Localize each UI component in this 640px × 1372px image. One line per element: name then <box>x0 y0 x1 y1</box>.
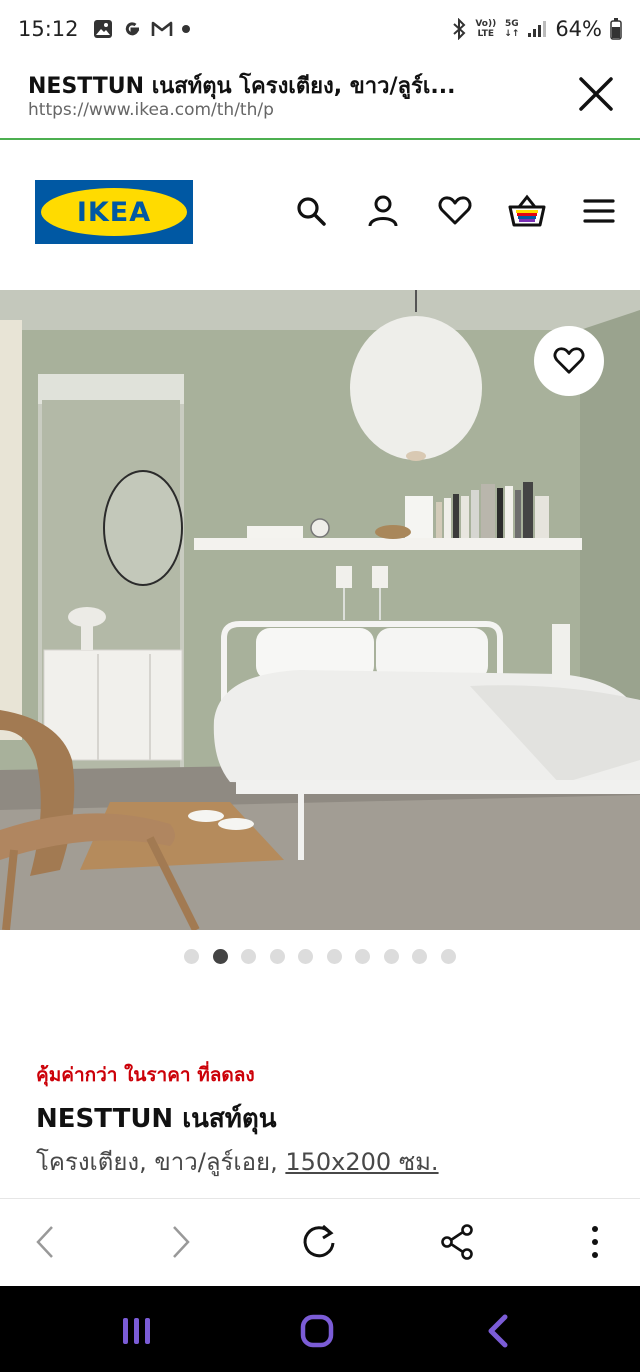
carousel-dot[interactable] <box>383 949 399 964</box>
share-button[interactable] <box>434 1219 480 1265</box>
carousel-dot[interactable] <box>298 949 313 964</box>
menu-button[interactable] <box>580 190 618 232</box>
custom-tab-header: NESTTUN เนสท์ตุน โครงเตียง, ขาว/ลูร์เ...… <box>0 58 640 140</box>
menu-icon <box>583 199 615 223</box>
back-nav-icon <box>488 1314 508 1348</box>
promo-label: คุ้มค่ากว่า ในราคา ที่ลดลง <box>36 1064 255 1086</box>
refresh-icon <box>303 1224 335 1258</box>
volte-icon: Vo)) LTE <box>475 19 497 39</box>
cart-icon <box>508 194 546 227</box>
more-options-button[interactable] <box>572 1219 618 1265</box>
system-navigation-bar <box>0 1286 640 1372</box>
ikea-logo[interactable]: IKEA <box>35 180 193 244</box>
carousel-dot[interactable] <box>212 949 228 964</box>
close-icon <box>579 77 613 111</box>
recents-icon <box>123 1318 150 1344</box>
google-icon <box>121 18 143 40</box>
bluetooth-icon <box>451 18 467 40</box>
back-button[interactable] <box>22 1219 68 1265</box>
signal-icon <box>527 20 547 38</box>
carousel-dot[interactable] <box>326 949 342 964</box>
page-url[interactable]: https://www.ikea.com/th/th/p <box>28 100 274 120</box>
gmail-icon <box>151 20 173 38</box>
system-status-icons: Vo)) LTE 5G ↓↑ 64% <box>451 17 622 41</box>
battery-percentage: 64% <box>555 17 602 41</box>
home-icon <box>300 1314 334 1348</box>
carousel-dot[interactable] <box>269 949 285 964</box>
cart-button[interactable] <box>508 190 546 232</box>
favourites-button[interactable] <box>436 190 474 232</box>
close-tab-button[interactable] <box>574 72 618 116</box>
home-button[interactable] <box>294 1308 340 1354</box>
forward-button[interactable] <box>158 1219 204 1265</box>
gallery-icon <box>93 19 113 39</box>
system-back-button[interactable] <box>474 1308 520 1354</box>
more-icon <box>592 1226 598 1258</box>
back-icon <box>36 1226 53 1258</box>
add-to-favourites-button[interactable] <box>534 326 604 396</box>
status-time: 15:12 <box>18 17 79 41</box>
product-description: โครงเตียง, ขาว/ลูร์เอย, 150x200 ซม. <box>36 1142 439 1181</box>
site-header: IKEA <box>0 140 640 290</box>
product-name: NESTTUN เนสท์ตุน <box>36 1104 277 1134</box>
notification-icons <box>93 18 191 40</box>
5g-icon: 5G ↓↑ <box>504 19 520 39</box>
recents-button[interactable] <box>114 1308 160 1354</box>
browser-toolbar <box>0 1198 640 1286</box>
carousel-dot[interactable] <box>440 949 456 964</box>
share-icon <box>441 1224 473 1260</box>
account-icon <box>368 195 398 227</box>
page-title: NESTTUN เนสท์ตุน โครงเตียง, ขาว/ลูร์เ... <box>28 74 456 99</box>
refresh-button[interactable] <box>296 1219 342 1265</box>
carousel-dot[interactable] <box>355 949 370 964</box>
carousel-dot[interactable] <box>184 949 199 964</box>
heart-icon <box>553 347 585 374</box>
product-size-link[interactable]: 150x200 ซม. <box>285 1148 438 1176</box>
account-button[interactable] <box>364 190 402 232</box>
carousel-dot[interactable] <box>412 949 427 964</box>
product-desc-text: โครงเตียง, ขาว/ลูร์เอย, <box>36 1148 286 1176</box>
heart-icon <box>438 196 472 225</box>
battery-icon <box>610 18 622 40</box>
logo-oval: IKEA <box>41 188 187 236</box>
dot-icon <box>181 24 191 34</box>
product-image[interactable] <box>0 290 640 930</box>
header-icons <box>292 190 618 232</box>
carousel-indicator <box>184 949 456 964</box>
search-icon <box>297 197 326 226</box>
carousel-dot[interactable] <box>241 949 256 964</box>
search-button[interactable] <box>292 190 330 232</box>
forward-icon <box>173 1226 190 1258</box>
status-bar: 15:12 Vo)) LTE 5G ↓↑ 64% <box>0 0 640 58</box>
logo-text: IKEA <box>76 196 152 228</box>
